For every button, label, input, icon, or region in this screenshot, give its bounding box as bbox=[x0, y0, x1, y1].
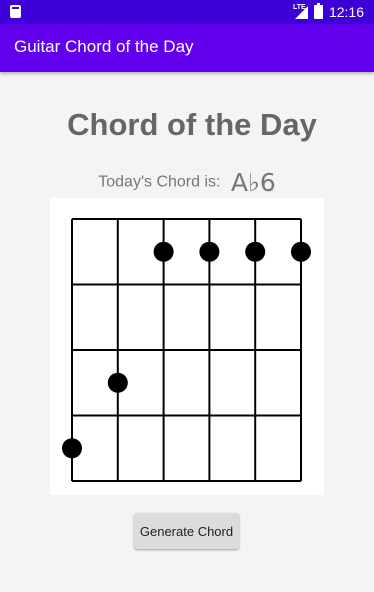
battery-icon bbox=[313, 3, 323, 19]
finger-dot bbox=[291, 241, 311, 262]
page-heading: Chord of the Day bbox=[67, 107, 317, 142]
app-screen: LTE 12:16 Guitar Chord of the Day Chord … bbox=[0, 0, 374, 592]
finger-dot bbox=[199, 241, 220, 262]
status-bar: LTE 12:16 bbox=[0, 0, 374, 24]
network-label: LTE bbox=[292, 3, 306, 11]
finger-dot bbox=[62, 438, 82, 459]
app-bar: Guitar Chord of the Day bbox=[0, 24, 374, 72]
generate-chord-button[interactable]: Generate Chord bbox=[134, 513, 239, 549]
chord-diagram-svg bbox=[62, 218, 311, 482]
status-time: 12:16 bbox=[328, 4, 364, 20]
status-icons: LTE 12:16 bbox=[292, 3, 364, 21]
app-title: Guitar Chord of the Day bbox=[14, 37, 194, 56]
chord-prefix-label: Today's Chord is: bbox=[98, 173, 221, 191]
sd-card-icon bbox=[10, 5, 21, 18]
chord-diagram bbox=[50, 198, 324, 495]
finger-dot bbox=[153, 241, 174, 262]
chord-line: Today's Chord is: A♭6 bbox=[0, 168, 374, 197]
finger-dot bbox=[107, 372, 128, 393]
signal-icon: LTE bbox=[292, 3, 308, 19]
finger-dot bbox=[245, 241, 266, 262]
chord-name: A♭6 bbox=[230, 168, 276, 197]
